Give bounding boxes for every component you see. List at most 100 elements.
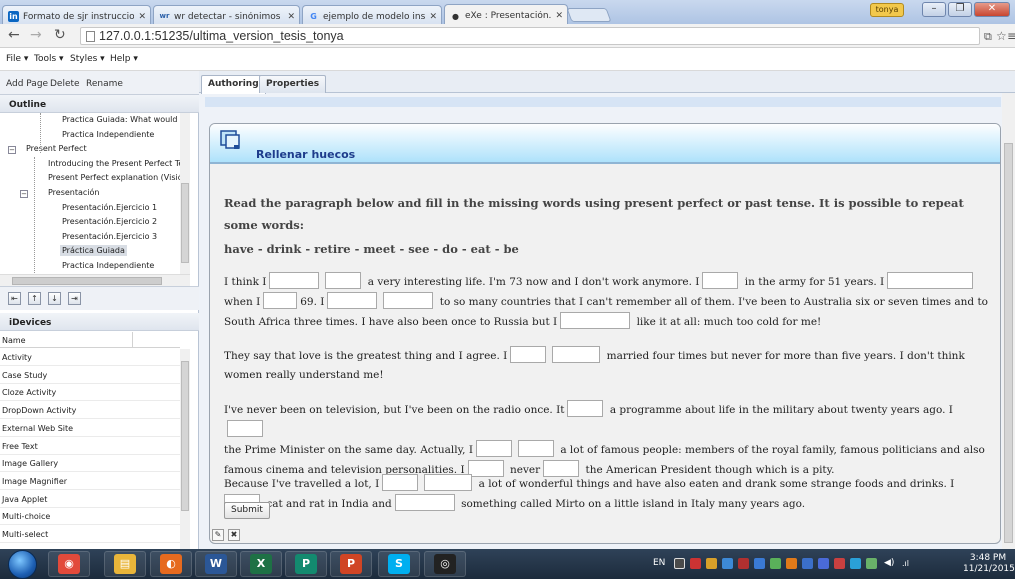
outline-vertical-scrollbar[interactable] <box>180 113 190 274</box>
publisher-taskbar-button[interactable]: P <box>285 551 327 577</box>
idevices-vertical-scrollbar[interactable] <box>180 349 190 549</box>
browser-tab-1[interactable]: in Formato de sjr instruccion ✕ <box>2 5 151 24</box>
gap-input[interactable] <box>325 272 362 289</box>
outline-item[interactable]: Práctica Guiada <box>60 245 127 257</box>
tray-icon[interactable] <box>834 558 845 569</box>
outline-item[interactable]: Present Perfect explanation (Visión <box>46 172 190 183</box>
explorer-taskbar-button[interactable]: ▤ <box>104 551 146 577</box>
menu-help[interactable]: Help ▾ <box>110 54 138 64</box>
tray-icon[interactable] <box>818 558 829 569</box>
firefox-taskbar-button[interactable]: ◐ <box>150 551 192 577</box>
menu-styles[interactable]: Styles ▾ <box>70 54 105 64</box>
maximize-button[interactable]: ❐ <box>948 2 972 17</box>
gap-input[interactable] <box>560 312 631 329</box>
idevice-item[interactable]: Java Applet <box>0 491 180 508</box>
menu-file[interactable]: File ▾ <box>6 54 28 64</box>
scroll-thumb[interactable] <box>1004 143 1013 543</box>
close-icon[interactable]: ✕ <box>555 11 563 21</box>
chrome-taskbar-button[interactable]: ◉ <box>48 551 90 577</box>
forward-icon[interactable]: → <box>30 28 42 42</box>
idevice-item[interactable]: Multi-choice <box>0 508 180 526</box>
gap-input[interactable] <box>552 346 601 363</box>
skype-taskbar-button[interactable]: S <box>378 551 420 577</box>
outline-item[interactable]: Practica Independiente <box>60 260 156 271</box>
back-icon[interactable]: ← <box>8 28 20 42</box>
tray-icon[interactable] <box>706 558 717 569</box>
powerpoint-taskbar-button[interactable]: P <box>330 551 372 577</box>
outline-horizontal-scrollbar[interactable] <box>0 274 190 286</box>
gap-input[interactable] <box>394 494 455 511</box>
idevice-item[interactable]: External Web Site <box>0 420 180 437</box>
close-icon[interactable]: ✕ <box>287 12 295 22</box>
gap-input[interactable] <box>263 292 298 309</box>
gap-input[interactable] <box>517 440 554 457</box>
collapse-icon[interactable]: − <box>8 146 16 155</box>
scroll-thumb[interactable] <box>12 277 162 285</box>
idevices-column-header[interactable]: Name <box>0 332 180 348</box>
tray-icon[interactable] <box>786 558 797 569</box>
outline-item[interactable]: Presentación.Ejercicio 1 <box>60 202 159 213</box>
tray-icon[interactable] <box>770 558 781 569</box>
gap-input[interactable] <box>567 400 604 417</box>
tab-properties[interactable]: Properties <box>259 75 327 93</box>
main-vertical-scrollbar[interactable] <box>1002 93 1015 549</box>
tray-icon[interactable] <box>722 558 733 569</box>
system-clock[interactable]: 3:48 PM 11/21/2015 <box>963 553 1015 575</box>
address-bar[interactable]: 127.0.0.1:51235/ultima_version_tesis_ton… <box>80 27 980 45</box>
idevice-item[interactable]: DropDown Activity <box>0 402 180 420</box>
language-indicator[interactable]: EN <box>653 558 665 568</box>
idevice-item[interactable]: Activity <box>0 349 180 366</box>
demote-icon[interactable]: ⇥ <box>68 292 81 305</box>
tray-icon[interactable] <box>850 558 861 569</box>
outline-item[interactable]: Practica Independiente <box>60 129 156 140</box>
delete-icon[interactable]: ✖ <box>228 529 240 541</box>
gap-input[interactable] <box>702 272 739 289</box>
browser-tab-3[interactable]: G ejemplo de modelo instru ✕ <box>302 5 442 24</box>
tab-authoring[interactable]: Authoring <box>201 75 266 94</box>
idevice-item[interactable]: Cloze Activity <box>0 384 180 402</box>
idevice-item[interactable]: Image Gallery <box>0 455 180 473</box>
gap-input[interactable] <box>475 440 512 457</box>
minimize-button[interactable]: – <box>922 2 946 17</box>
excel-taskbar-button[interactable]: X <box>240 551 282 577</box>
outline-item[interactable]: Presentación.Ejercicio 2 <box>60 216 159 227</box>
outline-item[interactable]: Presentación.Ejercicio 3 <box>60 231 159 242</box>
tray-icon[interactable] <box>754 558 765 569</box>
volume-icon[interactable]: ◀) <box>884 558 895 569</box>
onenote-tray-icon[interactable] <box>674 558 685 569</box>
outline-item[interactable]: Practica Guiada: What would you <box>60 114 190 125</box>
add-page-button[interactable]: Add Page <box>6 79 48 89</box>
rename-page-button[interactable]: Rename <box>86 79 123 89</box>
move-up-icon[interactable]: ↑ <box>28 292 41 305</box>
idevice-item[interactable]: Case Study <box>0 367 180 384</box>
idevice-item[interactable]: Free Text <box>0 438 180 455</box>
tray-icon[interactable] <box>738 558 749 569</box>
start-button[interactable] <box>8 550 37 579</box>
idevice-item[interactable]: Image Magnifier <box>0 473 180 490</box>
gap-input[interactable] <box>887 272 974 289</box>
delete-page-button[interactable]: Delete <box>50 79 80 89</box>
collapse-icon[interactable]: − <box>20 190 28 198</box>
close-icon[interactable]: ✕ <box>138 12 146 22</box>
scroll-thumb[interactable] <box>181 183 189 263</box>
window-close-button[interactable]: ✕ <box>974 2 1010 17</box>
browser-tab-4[interactable]: ● eXe : Presentación.Ejercic ✕ <box>444 4 568 24</box>
bookmark-star-icon[interactable]: ☆ <box>996 29 1007 43</box>
security-tray-icon[interactable] <box>690 558 701 569</box>
gap-input[interactable] <box>269 272 320 289</box>
user-profile-badge[interactable]: tonya <box>870 3 904 17</box>
word-taskbar-button[interactable]: W <box>195 551 237 577</box>
outline-item[interactable]: Presentación <box>46 187 102 198</box>
submit-button[interactable]: Submit <box>224 502 270 519</box>
scroll-thumb[interactable] <box>181 361 189 511</box>
network-icon[interactable] <box>866 558 877 569</box>
idevice-item[interactable]: Multi-select <box>0 526 180 543</box>
reload-icon[interactable]: ↻ <box>54 28 66 42</box>
gap-input[interactable] <box>382 474 419 491</box>
exe-taskbar-button[interactable]: ◎ <box>424 551 466 577</box>
menu-tools[interactable]: Tools ▾ <box>34 54 64 64</box>
signal-icon[interactable]: .ıl <box>902 558 913 569</box>
browser-tab-2[interactable]: wr wr detectar - sinónimos y an ✕ <box>153 5 300 24</box>
move-down-icon[interactable]: ↓ <box>48 292 61 305</box>
menu-icon[interactable]: ≡ <box>1007 29 1015 43</box>
